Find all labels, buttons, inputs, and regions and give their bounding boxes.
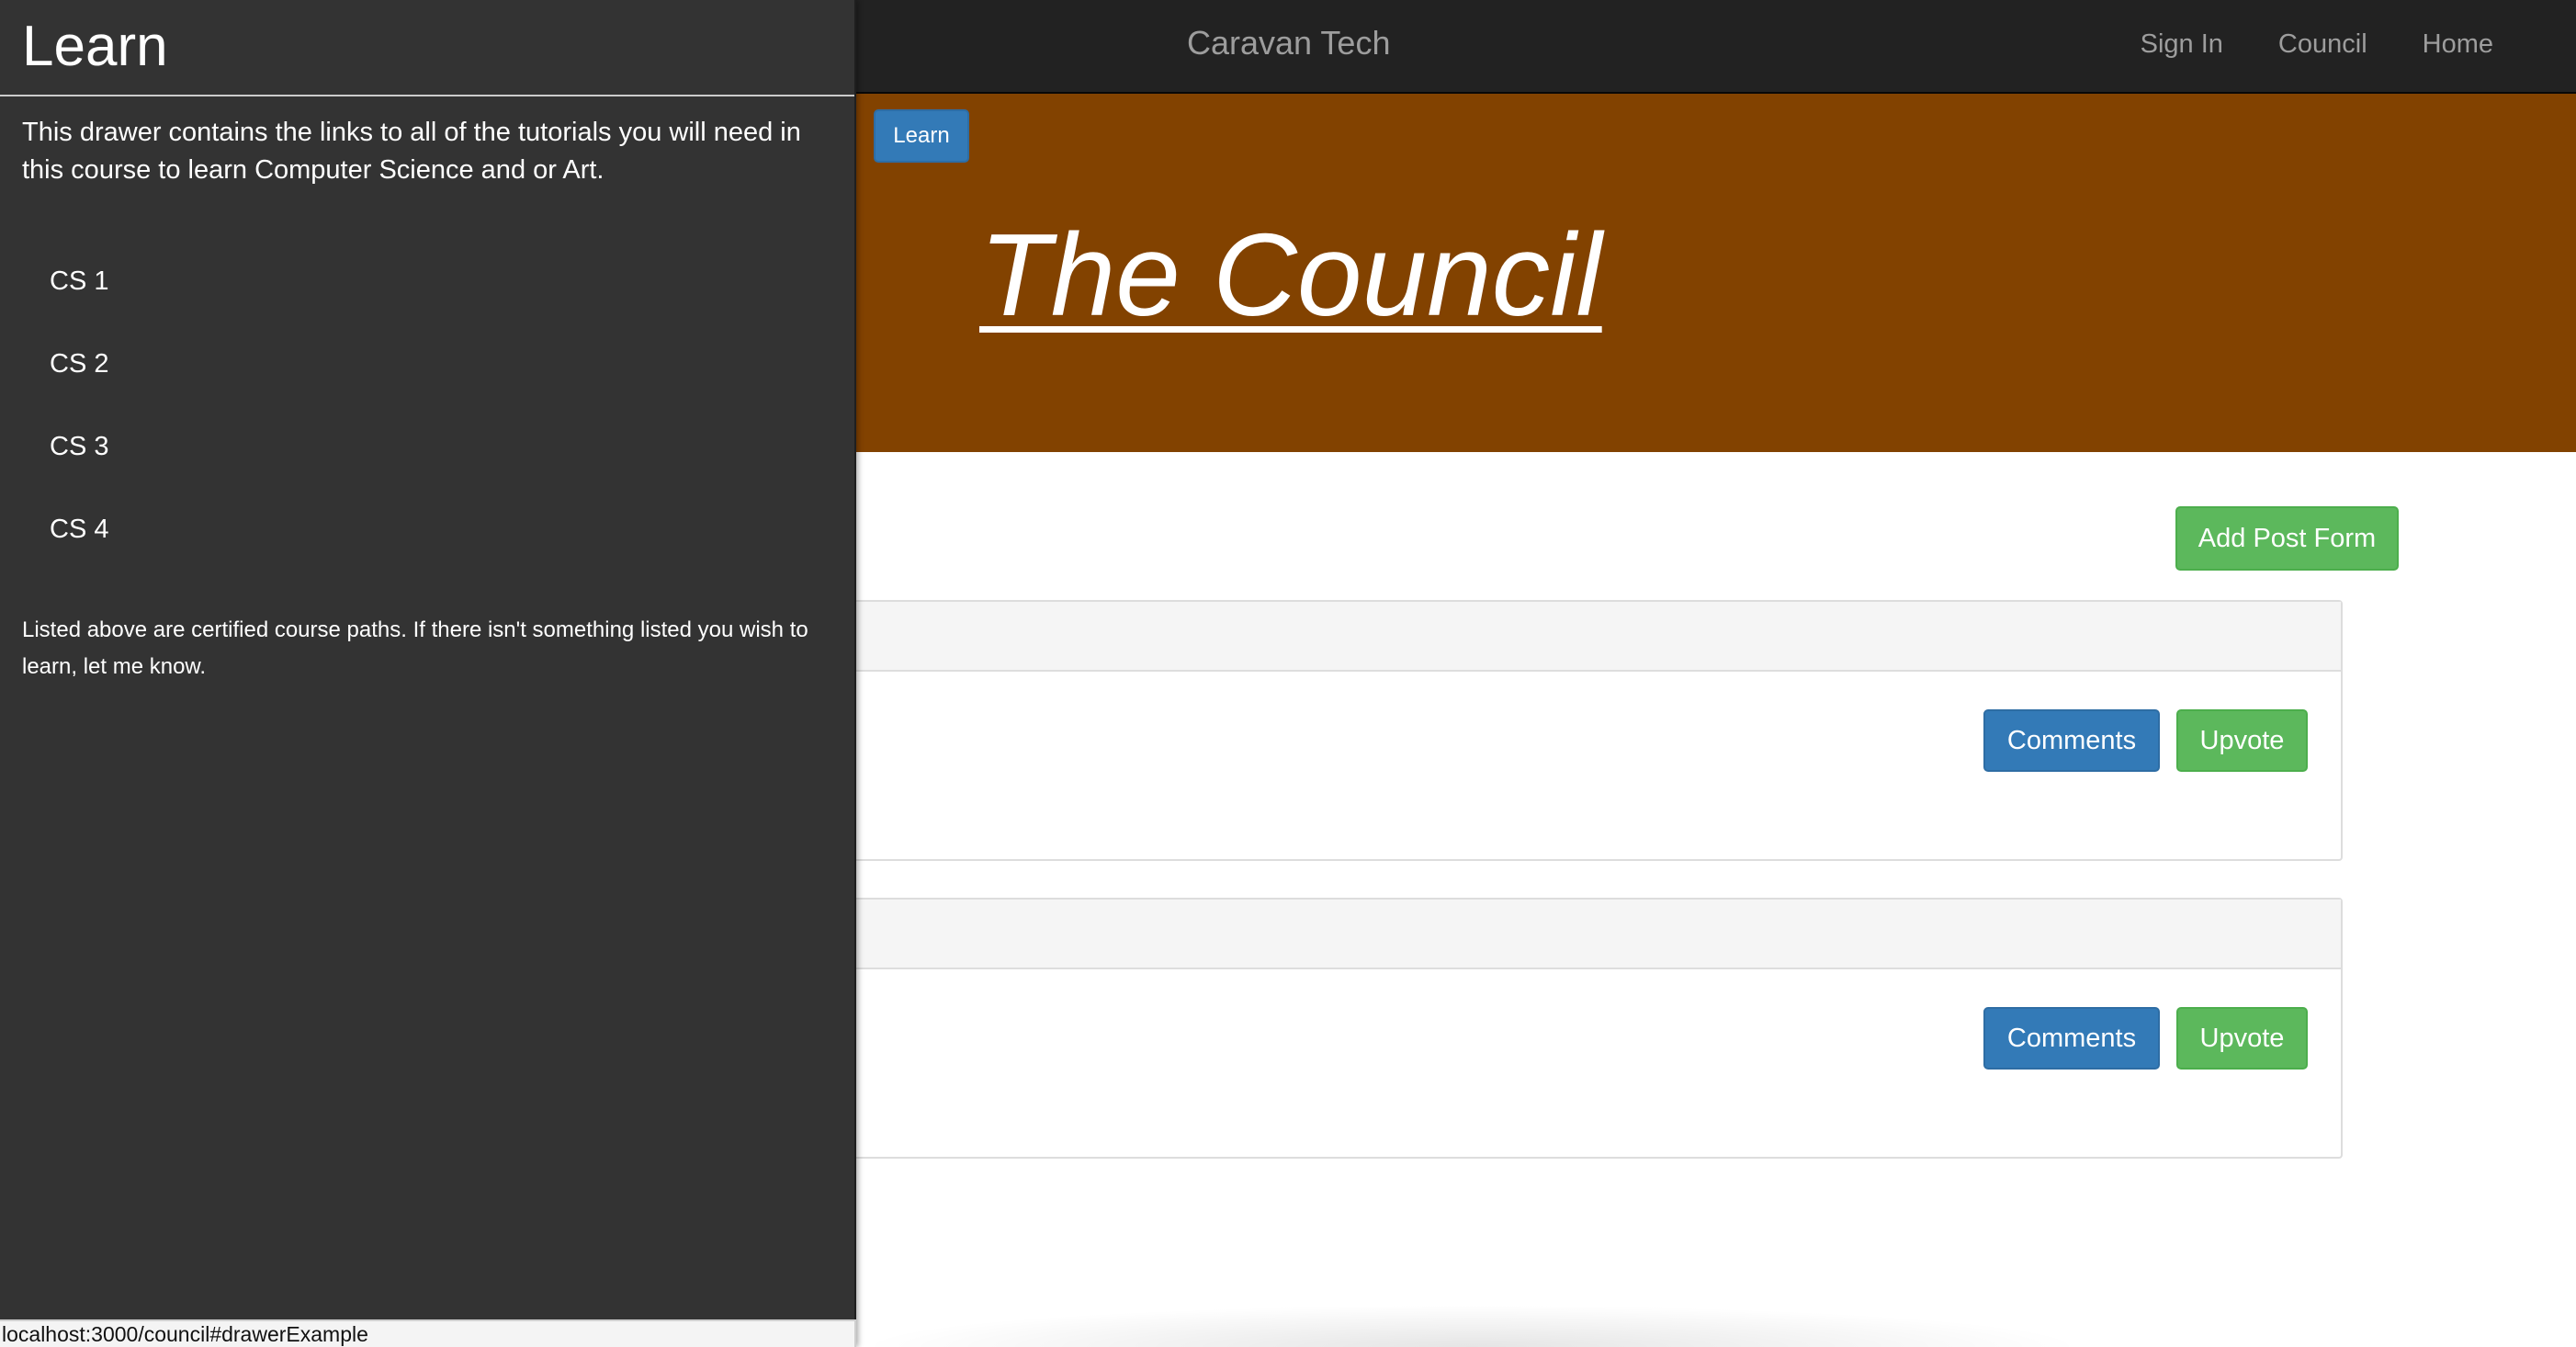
comments-button[interactable]: Comments (1983, 1007, 2160, 1070)
navbar-brand[interactable]: Caravan Tech (1187, 24, 1390, 62)
course-link-cs1[interactable]: CS 1 (50, 261, 108, 344)
learn-drawer-button[interactable]: Learn (874, 109, 969, 163)
upvote-button[interactable]: Upvote (2176, 709, 2308, 772)
post-panel-2: Comments Upvote (808, 898, 2343, 1159)
page-bottom-shadow (856, 1305, 2087, 1347)
navbar-links: Sign In Council Home (2141, 29, 2493, 60)
post-panel-heading (810, 900, 2341, 969)
nav-link-council[interactable]: Council (2278, 29, 2367, 60)
nav-link-home[interactable]: Home (2423, 29, 2493, 60)
nav-link-sign-in[interactable]: Sign In (2141, 29, 2223, 60)
browser-status-url: localhost:3000/council#drawerExample (0, 1319, 856, 1347)
learn-drawer: Learn This drawer contains the links to … (0, 0, 856, 1347)
add-post-form-button[interactable]: Add Post Form (2175, 506, 2399, 571)
post-panel-1: Comments Upvote (808, 600, 2343, 861)
drawer-title: Learn (22, 15, 168, 78)
comments-button[interactable]: Comments (1983, 709, 2160, 772)
post-panel-heading (810, 602, 2341, 672)
course-link-cs3[interactable]: CS 3 (50, 426, 108, 509)
page-title: The Council (979, 209, 1602, 340)
drawer-intro-text: This drawer contains the links to all of… (22, 118, 801, 185)
drawer-header: Learn (0, 0, 854, 96)
course-list: CS 1 CS 2 CS 3 CS 4 (50, 261, 108, 592)
drawer-footer-text: Listed above are certified course paths.… (22, 617, 808, 679)
course-link-cs2[interactable]: CS 2 (50, 344, 108, 426)
upvote-button[interactable]: Upvote (2176, 1007, 2308, 1070)
course-link-cs4[interactable]: CS 4 (50, 509, 108, 592)
